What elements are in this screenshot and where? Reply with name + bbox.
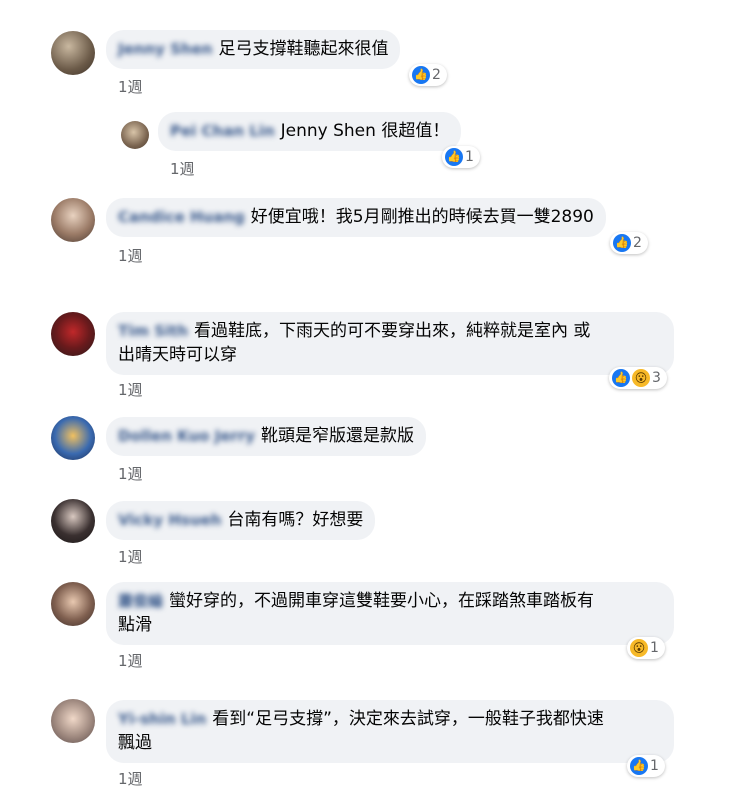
reaction-count: 2: [633, 235, 642, 251]
comment-text: 看過鞋底，下雨天的可不要穿出來，純粹就是室內 或: [194, 321, 591, 341]
reaction-summary[interactable]: 👍 😮 3: [609, 367, 667, 389]
comment-text: 足弓支撐鞋聽起來很值: [218, 39, 389, 59]
comment-author[interactable]: Yi-shin Lin: [118, 710, 206, 728]
avatar[interactable]: [51, 312, 95, 356]
comment-time[interactable]: 1週: [118, 768, 143, 789]
comment-text: 很超值！: [381, 121, 450, 141]
comment-text: 蠻好穿的，不過開車穿這雙鞋要小心，在踩踏煞車踏板有: [169, 591, 595, 611]
avatar[interactable]: [51, 582, 95, 626]
wow-face-icon: 😮: [632, 369, 650, 387]
avatar[interactable]: [51, 31, 95, 75]
comment-time[interactable]: 1週: [118, 245, 143, 266]
thumbs-up-icon: 👍: [612, 369, 630, 387]
comment-bubble: Jenny Shen 足弓支撐鞋聽起來很值: [106, 30, 401, 69]
comment-time[interactable]: 1週: [118, 379, 143, 400]
thumbs-up-icon: 👍: [445, 148, 463, 166]
comment-bubble: Yi-shin Lin 看到“足弓支撐”，決定來去試穿，一般鞋子我都快速飄過: [106, 700, 674, 763]
reaction-summary[interactable]: 👍 1: [442, 146, 480, 168]
comment-author[interactable]: Jenny Shen: [118, 40, 212, 58]
thumbs-up-icon: 👍: [630, 757, 648, 775]
thumbs-up-icon: 👍: [613, 234, 631, 252]
comment-bubble: Dollen Kuo Jerry 靴頭是窄版還是款版: [106, 417, 427, 456]
reaction-summary[interactable]: 😮 1: [627, 637, 665, 659]
comment-text: 靴頭是窄版還是款版: [261, 426, 415, 446]
comment-time[interactable]: 1週: [170, 158, 195, 179]
comment-time[interactable]: 1週: [118, 463, 143, 484]
reaction-summary[interactable]: 👍 2: [610, 232, 648, 254]
reaction-count: 1: [465, 149, 474, 165]
comment-bubble: Vicky Hsueh 台南有嗎？好想要: [106, 501, 376, 540]
avatar[interactable]: [51, 416, 95, 460]
comment-bubble: 蕭俊綸 蠻好穿的，不過開車穿這雙鞋要小心，在踩踏煞車踏板有 點滑: [106, 582, 674, 645]
comment-author[interactable]: Pei Chan Lin: [170, 122, 275, 140]
comment-author[interactable]: Candice Huang: [118, 208, 245, 226]
comment-time[interactable]: 1週: [118, 546, 143, 567]
reaction-count: 2: [432, 67, 441, 83]
comment-text-line-2: 點滑: [118, 615, 152, 635]
comment-author[interactable]: Vicky Hsueh: [118, 511, 221, 529]
avatar[interactable]: [51, 699, 95, 743]
comment-text: 好便宜哦！我5月剛推出的時候去買一雙2890: [250, 207, 594, 227]
reaction-summary[interactable]: 👍 1: [627, 755, 665, 777]
comment-mention[interactable]: Jenny Shen: [281, 121, 376, 141]
comment-text: 台南有嗎？好想要: [227, 510, 364, 530]
comment-time[interactable]: 1週: [118, 76, 143, 97]
avatar[interactable]: [51, 499, 95, 543]
comment-text-line-2: 出晴天時可以穿: [118, 345, 237, 365]
comment-bubble: Tim Sith 看過鞋底，下雨天的可不要穿出來，純粹就是室內 或出晴天時可以穿: [106, 312, 674, 375]
comment-author[interactable]: Dollen Kuo Jerry: [118, 427, 255, 445]
comment-text: 看到“足弓支撐”，決定來去試穿，一般鞋子我都快速: [212, 709, 604, 729]
thumbs-up-icon: 👍: [412, 66, 430, 84]
reaction-summary[interactable]: 👍 2: [409, 64, 447, 86]
comment-text-line-2: 飄過: [118, 733, 152, 753]
reaction-count: 1: [650, 758, 659, 774]
reaction-count: 1: [650, 640, 659, 656]
comment-author[interactable]: Tim Sith: [118, 322, 188, 340]
wow-face-icon: 😮: [630, 639, 648, 657]
comment-bubble: Candice Huang 好便宜哦！我5月剛推出的時候去買一雙2890: [106, 198, 606, 237]
reaction-count: 3: [652, 370, 661, 386]
avatar[interactable]: [121, 121, 149, 149]
comment-time[interactable]: 1週: [118, 650, 143, 671]
comment-author[interactable]: 蕭俊綸: [118, 592, 163, 610]
comment-bubble: Pei Chan Lin Jenny Shen 很超值！: [158, 112, 462, 151]
avatar[interactable]: [51, 198, 95, 242]
